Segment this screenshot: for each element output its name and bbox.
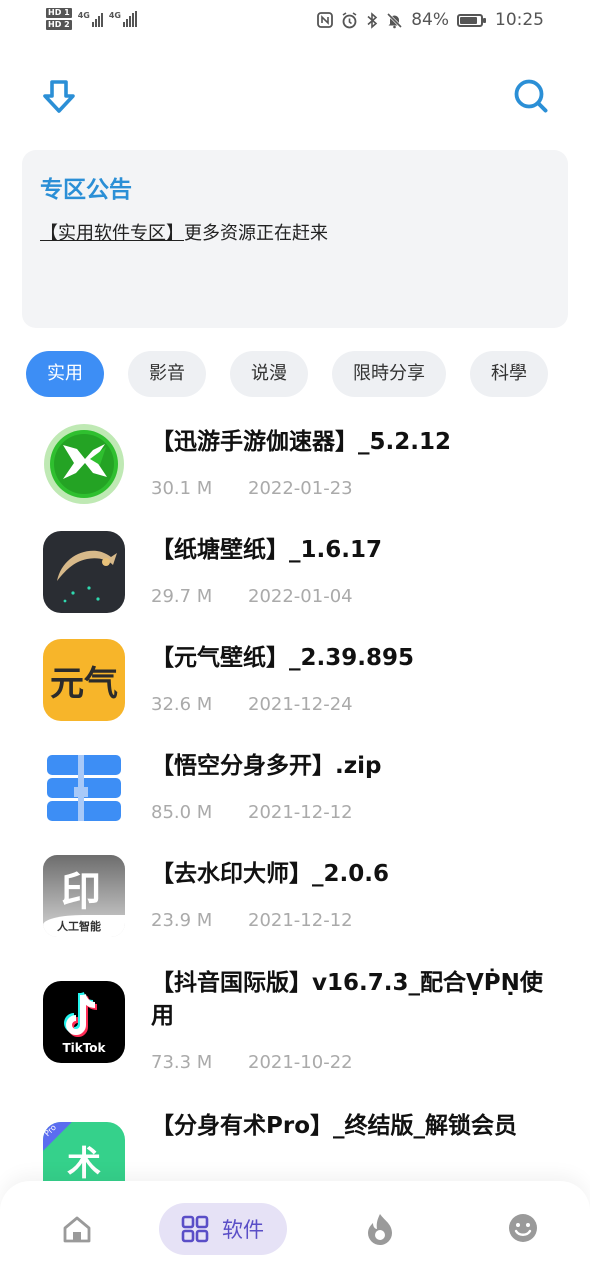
list-item[interactable]: 印 人工智能 【去水印大师】_2.0.6 23.9 M 2021-12-12 [0,852,590,952]
battery-percent: 84% [411,10,449,30]
battery-icon [457,13,486,27]
battery-fill [460,16,477,24]
download-button[interactable] [40,78,78,116]
app-title: 【迅游手游伽速器】_5.2.12 [151,429,451,455]
watermark-icon-text: 印 [61,869,101,915]
search-icon [514,79,548,113]
yuanqi-icon: 元气 [43,639,125,721]
nfc-icon [317,12,334,28]
announcement-title: 专区公告 [40,177,132,203]
watermark-icon: 印 人工智能 [43,855,125,937]
network-type-2: 4G [108,11,121,20]
zip-archive-icon [43,747,125,829]
app-title: 【元气壁纸】_2.39.895 [151,645,414,671]
clock: 10:25 [495,10,544,30]
app-title: 【悟空分身多开】.zip [151,753,382,779]
list-item[interactable]: Pro 术 【分身有术Pro】_终结版_解锁会员 [0,1104,590,1184]
nav-profile-button[interactable] [507,1212,539,1244]
app-size: 30.1 M [151,478,213,499]
bluetooth-icon [367,11,378,29]
search-button[interactable] [511,76,551,116]
app-date: 2022-01-04 [248,586,353,607]
discover-icon [368,1214,392,1245]
app-size: 29.7 M [151,586,213,607]
app-size: 32.6 M [151,694,213,715]
category-tab[interactable]: 实用 [26,351,104,397]
fenshen-icon: Pro 术 [43,1122,125,1184]
status-bar: HD 1 HD 2 4G 4G 84% 10:25 [0,0,590,44]
zhitang-icon [43,531,125,613]
announcement-text: 更多资源正在赶来 [184,223,328,244]
nav-home-button[interactable] [60,1212,94,1246]
category-tab[interactable]: 限時分享 [332,351,446,397]
signal-icon: 4G [78,11,103,27]
sim1-label: HD 1 [46,8,72,18]
category-tab[interactable]: 影音 [128,351,206,397]
status-left-group: HD 1 HD 2 4G 4G [46,8,137,30]
category-tabs: 实用 影音 说漫 限時分享 科學 [26,351,548,397]
xunyou-icon [43,423,125,505]
list-item[interactable]: 元气 【元气壁纸】_2.39.895 32.6 M 2021-12-24 [0,636,590,736]
status-right-group: 84% 10:25 [317,10,544,30]
app-size: 85.0 M [151,802,213,823]
fenshen-icon-text: 术 [67,1144,101,1184]
app-date: 2021-12-12 [248,802,353,823]
network-type-1: 4G [77,11,90,20]
announcement-link[interactable]: 【实用软件专区】 [40,223,184,244]
tiktok-icon: TikTok [43,981,125,1063]
app-title: 【去水印大师】_2.0.6 [151,861,389,887]
app-date: 2022-01-23 [248,478,353,499]
mute-bell-icon [387,12,403,28]
list-item[interactable]: TikTok 【抖音国际版】v16.7.3_配合ṾṖṆ使用 73.3 M 202… [0,960,590,1100]
app-date: 2021-12-24 [248,694,353,715]
list-item[interactable]: 【纸塘壁纸】_1.6.17 29.7 M 2022-01-04 [0,528,590,628]
announcement-body: 【实用软件专区】更多资源正在赶来 [40,219,328,245]
app-date: 2021-12-12 [248,910,353,931]
watermark-icon-subtext: 人工智能 [57,920,101,933]
app-title: 【纸塘壁纸】_1.6.17 [151,537,382,563]
app-size: 73.3 M [151,1052,213,1073]
smiley-icon [509,1214,537,1242]
sim2-label: HD 2 [46,20,72,30]
app-size: 23.9 M [151,910,213,931]
list-item[interactable]: 【迅游手游伽速器】_5.2.12 30.1 M 2022-01-23 [0,420,590,520]
app-date: 2021-10-22 [248,1052,353,1073]
app-title: 【抖音国际版】v16.7.3_配合ṾṖṆ使用 [151,970,543,1029]
app-title: 【分身有术Pro】_终结版_解锁会员 [151,1113,518,1139]
signal-icon-2: 4G [109,11,137,27]
category-tab[interactable]: 科學 [470,351,548,397]
nav-discover-button[interactable] [365,1212,395,1246]
tiktok-icon-text: TikTok [62,1041,106,1055]
list-item[interactable]: 【悟空分身多开】.zip 85.0 M 2021-12-12 [0,744,590,844]
alarm-icon [342,11,357,28]
home-icon [63,1216,91,1243]
grid-icon [181,1215,209,1243]
category-tab[interactable]: 说漫 [230,351,308,397]
nav-software-label: 软件 [222,1218,264,1242]
yuanqi-icon-text: 元气 [50,663,118,704]
sim-indicator: HD 1 HD 2 [46,8,72,30]
download-arrow-icon [43,80,75,113]
